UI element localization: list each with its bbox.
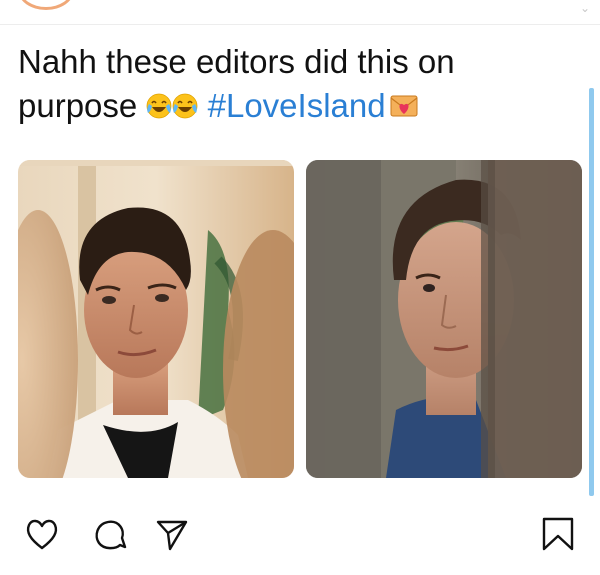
man-behind-fence-photo[interactable] xyxy=(306,160,582,478)
face-with-tears-of-joy-icon xyxy=(172,93,198,119)
heart-icon[interactable] xyxy=(22,514,62,554)
post-action-bar xyxy=(0,508,600,558)
post-header-strip: ⌄ xyxy=(0,0,600,25)
avatar[interactable] xyxy=(18,0,74,10)
post-caption: Nahh these editors did this on purpose #… xyxy=(18,40,573,128)
send-arrow-icon[interactable] xyxy=(152,514,192,554)
love-letter-icon xyxy=(390,92,418,120)
face-with-tears-of-joy-icon xyxy=(146,93,172,119)
hashtag-link[interactable]: #LoveIsland xyxy=(208,87,386,124)
bookmark-icon[interactable] xyxy=(538,514,578,554)
comment-bubble-icon[interactable] xyxy=(90,514,130,554)
scrollbar[interactable] xyxy=(589,88,594,496)
chevron-down-icon[interactable]: ⌄ xyxy=(578,1,592,15)
man-in-villa-photo[interactable] xyxy=(18,160,294,478)
